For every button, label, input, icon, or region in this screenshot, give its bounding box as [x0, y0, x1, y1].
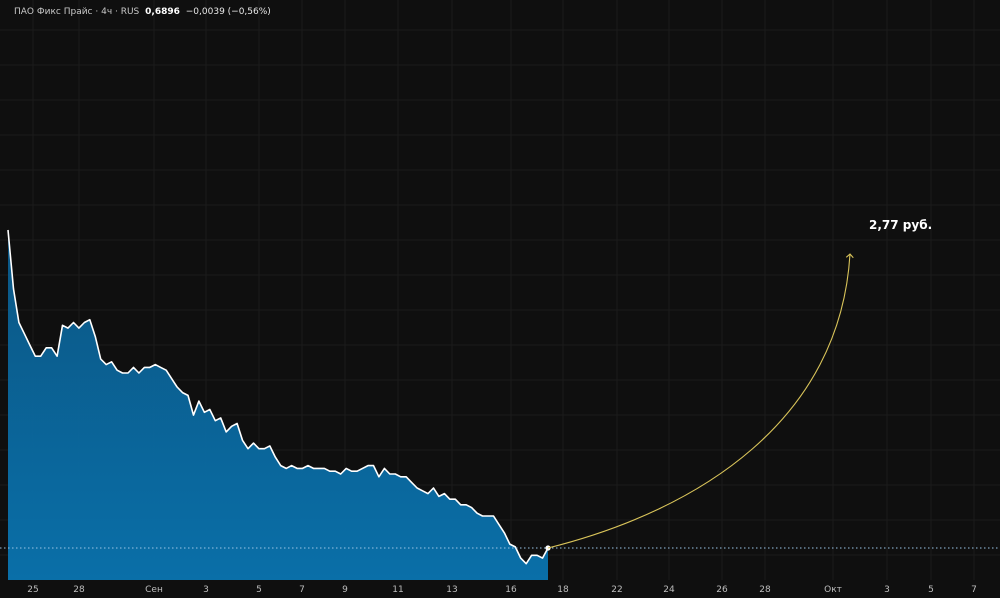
x-tick-label: 26 — [716, 585, 728, 595]
x-tick-label: Окт — [824, 585, 842, 595]
instrument-title: ПАО Фикс Прайс · 4ч · RUS — [14, 7, 140, 17]
x-tick-label: 3 — [884, 585, 890, 595]
x-tick-label: 16 — [505, 585, 517, 595]
price-change: −0,0039 (−0,56%) — [185, 7, 271, 17]
x-tick-label: 18 — [557, 585, 569, 595]
x-tick-label: 13 — [446, 585, 458, 595]
x-tick-label: 7 — [971, 585, 977, 595]
x-tick-label: Сен — [145, 585, 163, 595]
x-tick-label: 5 — [928, 585, 934, 595]
x-tick-label: 7 — [299, 585, 305, 595]
x-tick-label: 11 — [392, 585, 404, 595]
forecast-target-label: 2,77 руб. — [869, 218, 933, 232]
chart-header: ПАО Фикс Прайс · 4ч · RUS 0,6896 −0,0039… — [14, 6, 271, 18]
x-tick-label: 3 — [203, 585, 209, 595]
forecast-arrow — [547, 253, 854, 549]
price-area — [8, 230, 548, 580]
x-tick-label: 28 — [759, 585, 771, 595]
x-tick-label: 24 — [663, 585, 675, 595]
x-tick-label: 5 — [256, 585, 262, 595]
x-tick-label: 25 — [27, 585, 39, 595]
x-tick-label: 28 — [73, 585, 85, 595]
x-tick-label: 22 — [611, 585, 623, 595]
x-tick-label: 9 — [342, 585, 348, 595]
last-price: 0,6896 — [145, 7, 180, 17]
price-chart[interactable] — [0, 0, 1000, 598]
